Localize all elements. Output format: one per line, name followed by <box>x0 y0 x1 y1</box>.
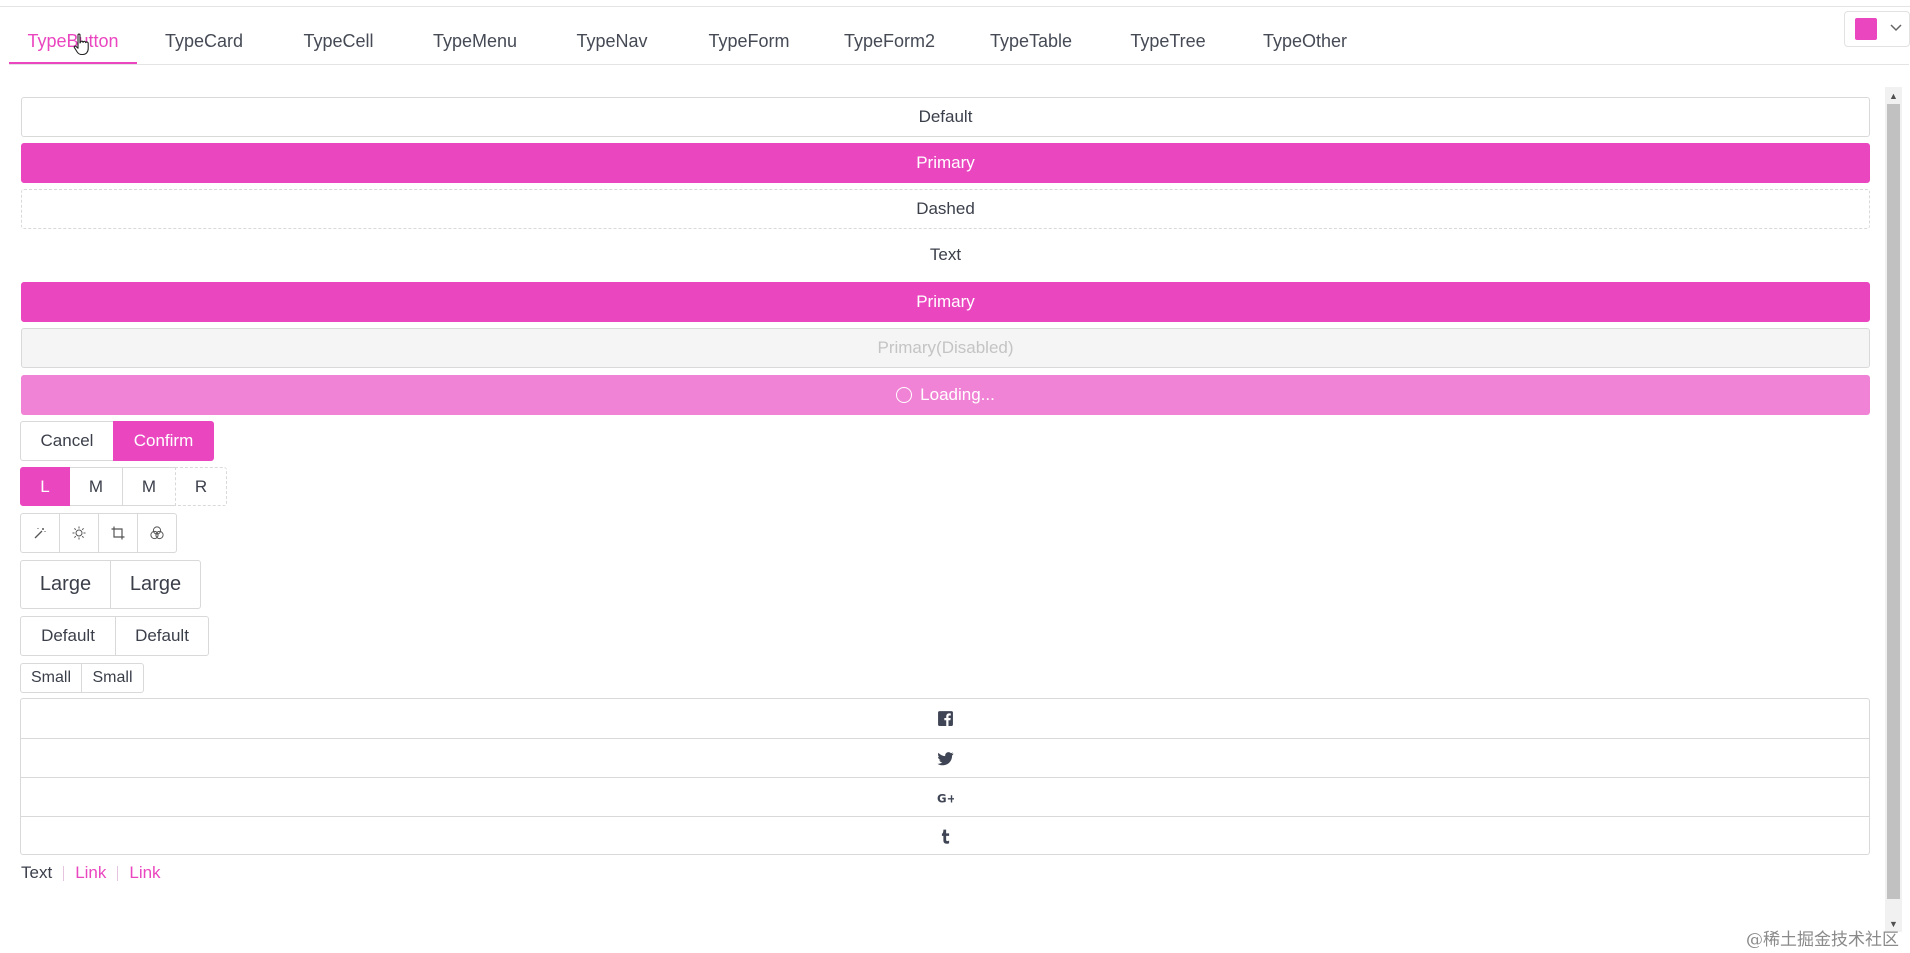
large-button-2[interactable]: Large <box>110 560 201 609</box>
brightness-button[interactable] <box>59 513 99 553</box>
chevron-down-icon <box>1890 24 1902 32</box>
sun-icon <box>72 526 86 540</box>
tab-typeother[interactable]: TypeOther <box>1235 24 1375 65</box>
scroll-up-arrow-icon[interactable]: ▲ <box>1885 87 1902 104</box>
tab-typecard[interactable]: TypeCard <box>137 24 271 65</box>
loading-button[interactable]: Loading... <box>21 375 1870 415</box>
small-button-group: Small Small <box>20 663 144 693</box>
confirm-button[interactable]: Confirm <box>113 421 214 461</box>
twitter-icon <box>937 751 953 765</box>
tab-bar-divider <box>9 64 1909 65</box>
cancel-confirm-group: Cancel Confirm <box>20 421 214 461</box>
hand-cursor-icon <box>73 33 89 56</box>
default-size-button[interactable]: Default <box>20 616 116 656</box>
crop-icon <box>111 526 125 540</box>
color-filter-icon <box>150 526 164 540</box>
primary-button-2[interactable]: Primary <box>21 282 1870 322</box>
text-link-row: Text Link Link <box>21 862 161 884</box>
default-size-button-group: Default Default <box>20 616 209 656</box>
tab-bar: TypeButton TypeCard TypeCell TypeMenu Ty… <box>9 24 1375 65</box>
position-button-m-2[interactable]: M <box>122 467 176 506</box>
tab-typetree[interactable]: TypeTree <box>1101 24 1235 65</box>
google-plus-icon: G+ <box>937 791 954 805</box>
tab-typenav[interactable]: TypeNav <box>544 24 680 65</box>
loading-spinner-icon <box>896 387 913 403</box>
tab-typetable[interactable]: TypeTable <box>961 24 1101 65</box>
tab-typecell[interactable]: TypeCell <box>271 24 406 65</box>
scroll-thumb[interactable] <box>1887 104 1900 899</box>
facebook-icon <box>937 711 953 726</box>
disabled-primary-button: Primary(Disabled) <box>21 328 1870 368</box>
tumblr-icon <box>941 829 949 844</box>
theme-color-picker[interactable] <box>1844 11 1910 47</box>
position-button-group: L M M R <box>20 467 227 506</box>
tumblr-button[interactable] <box>21 816 1869 855</box>
loading-label: Loading... <box>920 385 995 404</box>
twitter-button[interactable] <box>21 738 1869 777</box>
divider <box>117 865 119 881</box>
google-plus-button[interactable]: G+ <box>21 777 1869 816</box>
link-2[interactable]: Link <box>129 863 160 883</box>
small-button[interactable]: Small <box>20 663 82 693</box>
link-1[interactable]: Link <box>75 863 106 883</box>
text-button[interactable]: Text <box>21 235 1870 275</box>
position-button-l[interactable]: L <box>20 467 70 506</box>
position-button-m[interactable]: M <box>69 467 123 506</box>
plain-text: Text <box>21 863 53 882</box>
default-size-button-2[interactable]: Default <box>115 616 209 656</box>
primary-button[interactable]: Primary <box>21 143 1870 183</box>
theme-swatch <box>1855 18 1877 40</box>
magic-wand-button[interactable] <box>20 513 60 553</box>
color-filter-button[interactable] <box>137 513 177 553</box>
tab-typeform[interactable]: TypeForm <box>680 24 818 65</box>
vertical-scrollbar[interactable]: ▲ ▼ <box>1885 87 1902 932</box>
small-button-2[interactable]: Small <box>81 663 144 693</box>
large-button[interactable]: Large <box>20 560 111 609</box>
watermark: @稀土掘金技术社区 <box>1746 930 1899 950</box>
tab-typemenu[interactable]: TypeMenu <box>406 24 544 65</box>
crop-button[interactable] <box>98 513 138 553</box>
default-button[interactable]: Default <box>21 97 1870 137</box>
svg-text:G+: G+ <box>937 791 954 805</box>
facebook-button[interactable] <box>21 699 1869 738</box>
cancel-button[interactable]: Cancel <box>20 421 114 461</box>
magic-wand-icon <box>34 528 46 539</box>
divider <box>63 865 65 881</box>
top-border <box>0 0 1910 7</box>
position-button-r[interactable]: R <box>175 467 227 506</box>
large-button-group: Large Large <box>20 560 201 609</box>
tab-typeform2[interactable]: TypeForm2 <box>818 24 961 65</box>
dashed-button[interactable]: Dashed <box>21 189 1870 229</box>
social-button-group: G+ <box>20 698 1870 855</box>
icon-button-group <box>20 513 177 553</box>
